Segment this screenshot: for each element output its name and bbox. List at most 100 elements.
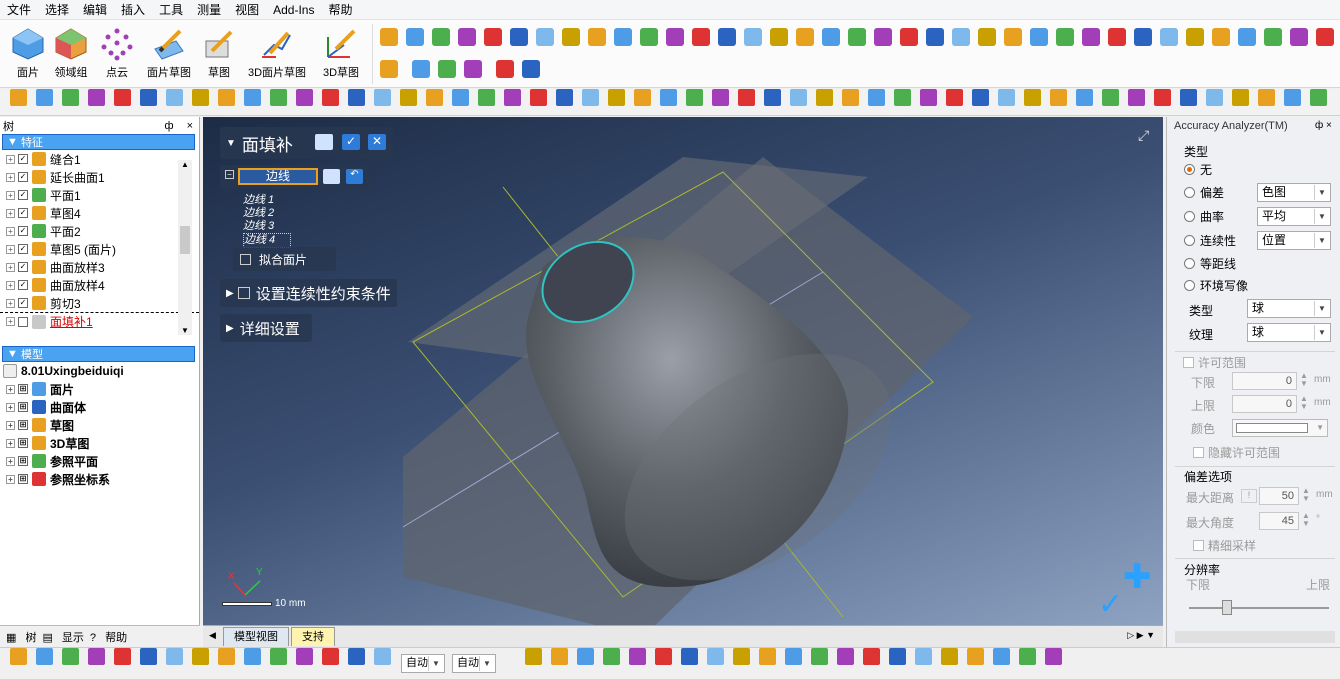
- toolbar-icon[interactable]: [998, 89, 1015, 106]
- upper-input[interactable]: 0: [1232, 395, 1297, 413]
- selection-tool-icon[interactable]: [218, 648, 235, 665]
- model-root[interactable]: 8.01Uxingbeiduiqi: [0, 362, 199, 380]
- expand-icon[interactable]: +: [6, 208, 15, 218]
- menu-measure[interactable]: 测量: [190, 1, 228, 18]
- tool-icon[interactable]: [380, 60, 398, 78]
- expand-icon[interactable]: +: [6, 280, 15, 290]
- tool-icon[interactable]: [744, 28, 762, 46]
- toolbar-icon[interactable]: [218, 89, 235, 106]
- features-section-header[interactable]: ▼ 特征: [2, 134, 195, 150]
- model-item[interactable]: + ⊞ 参照平面: [0, 452, 199, 470]
- toolbar-icon[interactable]: [920, 89, 937, 106]
- toolbar-icon[interactable]: [712, 89, 729, 106]
- tool-icon[interactable]: [1238, 28, 1256, 46]
- edge-item[interactable]: 边线 3: [243, 220, 291, 233]
- lower-input[interactable]: 0: [1232, 372, 1297, 390]
- tool-icon[interactable]: [1082, 28, 1100, 46]
- tolerance-option[interactable]: 许可范围: [1183, 354, 1246, 371]
- selection-tool-icon[interactable]: [1019, 648, 1036, 665]
- fit-patch-checkbox[interactable]: [240, 253, 251, 265]
- tool-icon[interactable]: [692, 28, 710, 46]
- edges-collapse-icon[interactable]: −: [225, 170, 234, 179]
- radio-isoline[interactable]: [1184, 257, 1195, 269]
- selection-tool-icon[interactable]: [655, 648, 672, 665]
- radio-none[interactable]: [1184, 163, 1195, 175]
- radio-deviation[interactable]: [1184, 186, 1195, 198]
- model-item[interactable]: + ⊞ 曲面体: [0, 398, 199, 416]
- toolbar-icon[interactable]: [842, 89, 859, 106]
- env-type-select[interactable]: 球 ▼: [1247, 299, 1331, 318]
- selection-tool-icon[interactable]: [889, 648, 906, 665]
- selection-tool-icon[interactable]: [551, 648, 568, 665]
- visibility-checkbox[interactable]: ⊞: [18, 384, 28, 394]
- selection-tool-icon[interactable]: [1045, 648, 1062, 665]
- tool-icon[interactable]: [822, 28, 840, 46]
- tool-icon[interactable]: [484, 28, 502, 46]
- tool-icon[interactable]: [718, 28, 736, 46]
- radio-continuity[interactable]: [1184, 234, 1195, 246]
- selection-tool-icon[interactable]: [915, 648, 932, 665]
- menu-help[interactable]: 帮助: [321, 1, 359, 18]
- 3d-sketch-button[interactable]: 3D草图: [313, 25, 369, 85]
- max-distance-input[interactable]: 50: [1259, 487, 1299, 505]
- toolbar-icon[interactable]: [62, 89, 79, 106]
- selection-tool-icon[interactable]: [36, 648, 53, 665]
- visibility-checkbox[interactable]: ✓: [18, 280, 28, 290]
- toolbar-icon[interactable]: [374, 89, 391, 106]
- toolbar-icon[interactable]: [1232, 89, 1249, 106]
- menu-file[interactable]: 文件: [0, 1, 38, 18]
- selection-tool-icon[interactable]: [88, 648, 105, 665]
- fine-sampling-checkbox[interactable]: [1193, 540, 1204, 551]
- curvature-select[interactable]: 平均 ▼: [1257, 207, 1331, 226]
- edge-item[interactable]: 边线 2: [243, 207, 291, 220]
- toolbar-icon[interactable]: [348, 89, 365, 106]
- tool-icon[interactable]: [1264, 28, 1282, 46]
- scroll-thumb[interactable]: [180, 226, 190, 254]
- visibility-checkbox[interactable]: ✓: [18, 190, 28, 200]
- ok-icon[interactable]: ✓: [1098, 587, 1123, 622]
- toolbar-icon[interactable]: [1154, 89, 1171, 106]
- upper-spinner-icon[interactable]: ▲ ▼: [1300, 395, 1308, 411]
- expand-icon[interactable]: +: [6, 317, 15, 326]
- expand-icon[interactable]: +: [6, 262, 15, 272]
- tool-icon[interactable]: [464, 60, 482, 78]
- expand-icon[interactable]: +: [6, 474, 15, 484]
- tool-icon[interactable]: [1134, 28, 1152, 46]
- toolbar-icon[interactable]: [1258, 89, 1275, 106]
- visibility-checkbox[interactable]: ⊞: [18, 420, 28, 430]
- selection-tool-icon[interactable]: [166, 648, 183, 665]
- resolution-slider-thumb[interactable]: [1222, 600, 1232, 615]
- toolbar-icon[interactable]: [270, 89, 287, 106]
- 3d-viewport[interactable]: ▼ 面填补 ✓ ✕ − 边线 ↶ 边线 1 边线 2 边线 3 边线 4 拟合面…: [203, 117, 1163, 625]
- fill-face-panel-header[interactable]: ▼ 面填补 ✓ ✕: [220, 127, 393, 159]
- toolbar-icon[interactable]: [400, 89, 417, 106]
- feature-item[interactable]: + ✓ 剪切3: [0, 294, 199, 312]
- toolbar-icon[interactable]: [868, 89, 885, 106]
- toolbar-icon[interactable]: [816, 89, 833, 106]
- features-scrollbar[interactable]: ▲ ▼: [178, 160, 192, 335]
- toolbar-icon[interactable]: [36, 89, 53, 106]
- expand-icon[interactable]: +: [6, 190, 15, 200]
- selection-tool-icon[interactable]: [967, 648, 984, 665]
- selection-tool-icon[interactable]: [837, 648, 854, 665]
- tool-icon[interactable]: [432, 28, 450, 46]
- selection-tool-icon[interactable]: [114, 648, 131, 665]
- selection-tool-icon[interactable]: [603, 648, 620, 665]
- edge-item[interactable]: 边线 4: [243, 233, 291, 248]
- toolbar-icon[interactable]: [790, 89, 807, 106]
- tool-icon[interactable]: [412, 60, 430, 78]
- tool-icon[interactable]: [770, 28, 788, 46]
- feature-item[interactable]: + ✓ 平面2: [0, 222, 199, 240]
- toolbar-icon[interactable]: [166, 89, 183, 106]
- toolbar-icon[interactable]: [88, 89, 105, 106]
- menu-view[interactable]: 视图: [228, 1, 266, 18]
- toolbar-icon[interactable]: [426, 89, 443, 106]
- edge-item[interactable]: 边线 1: [243, 194, 291, 207]
- toolbar-icon[interactable]: [244, 89, 261, 106]
- tool-icon[interactable]: [1160, 28, 1178, 46]
- visibility-checkbox[interactable]: ⊞: [18, 456, 28, 466]
- lower-spinner-icon[interactable]: ▲ ▼: [1300, 372, 1308, 388]
- fit-patch-option[interactable]: 拟合面片: [233, 247, 336, 271]
- model-item[interactable]: + ⊞ 3D草图: [0, 434, 199, 452]
- visibility-checkbox[interactable]: ✓: [18, 208, 28, 218]
